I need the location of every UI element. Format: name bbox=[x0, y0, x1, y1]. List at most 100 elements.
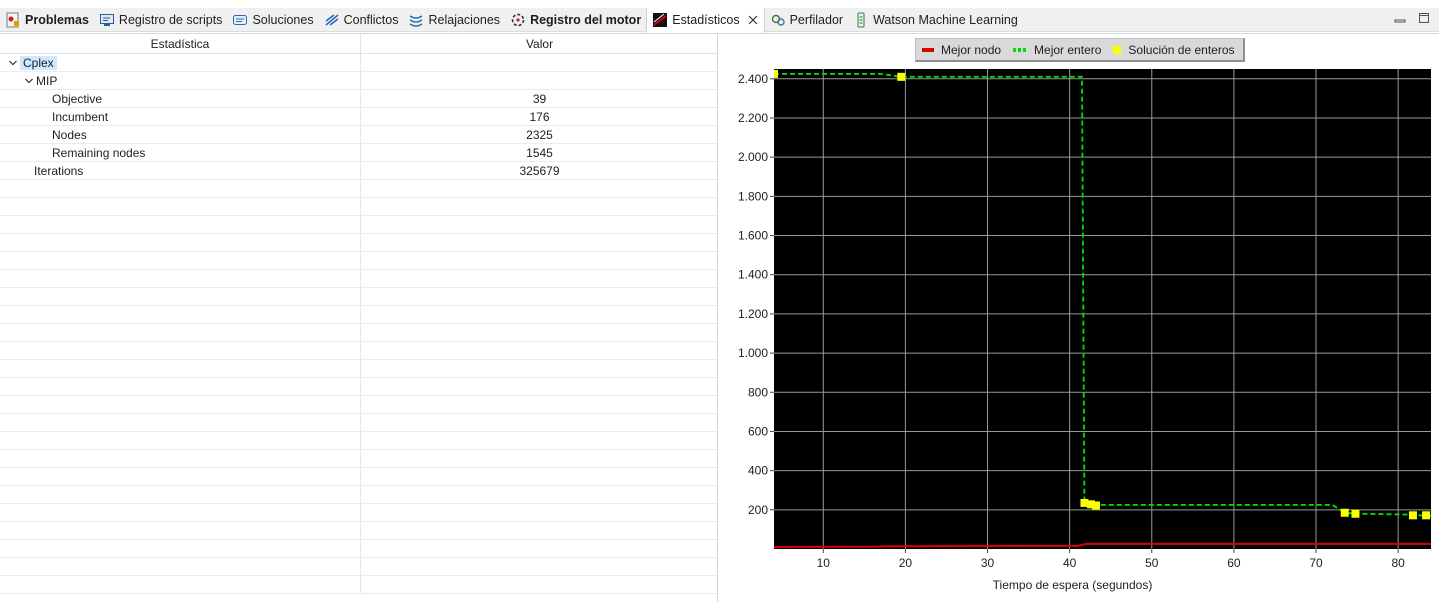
integer-solution-point bbox=[774, 69, 778, 78]
empty-row bbox=[0, 540, 717, 558]
x-tick-label: 80 bbox=[1391, 556, 1405, 570]
empty-cell bbox=[0, 414, 361, 431]
empty-cell bbox=[361, 504, 717, 521]
empty-row bbox=[0, 522, 717, 540]
integer-solution-point bbox=[1351, 509, 1360, 518]
empty-row bbox=[0, 306, 717, 324]
column-header-statistic[interactable]: Estadística bbox=[0, 34, 361, 54]
empty-cell bbox=[361, 306, 717, 323]
statistic-cell: Cplex bbox=[0, 54, 361, 71]
table-body: Cplex MIP Objective 39 Incumbent 176 Nodes 2325… bbox=[0, 54, 717, 594]
y-tick-label: 2.200 bbox=[738, 111, 768, 125]
empty-row bbox=[0, 468, 717, 486]
window-controls bbox=[1393, 11, 1431, 25]
profiler-icon bbox=[770, 12, 786, 28]
table-header: Estadística Valor bbox=[0, 34, 717, 54]
y-tick-label: 800 bbox=[748, 385, 768, 399]
column-header-value[interactable]: Valor bbox=[361, 34, 717, 54]
chevron-down-icon[interactable] bbox=[6, 56, 20, 70]
statistic-label: Nodes bbox=[52, 127, 87, 142]
integer-solution-point bbox=[1091, 501, 1100, 510]
value-cell: 176 bbox=[529, 109, 550, 124]
tab-profiler[interactable]: Perfilador bbox=[765, 8, 849, 32]
statistic-cell: Nodes bbox=[0, 126, 361, 143]
chevron-down-icon[interactable] bbox=[22, 74, 36, 88]
value-cell: 39 bbox=[532, 91, 547, 106]
empty-cell bbox=[361, 432, 717, 449]
empty-cell bbox=[0, 522, 361, 539]
empty-row bbox=[0, 324, 717, 342]
empty-row bbox=[0, 234, 717, 252]
y-tick-label: 600 bbox=[748, 424, 768, 438]
empty-cell bbox=[361, 270, 717, 287]
empty-row bbox=[0, 288, 717, 306]
empty-cell bbox=[361, 414, 717, 431]
statistic-label: MIP bbox=[36, 73, 58, 88]
y-tick-label: 200 bbox=[748, 503, 768, 517]
y-tick-label: 1.200 bbox=[738, 307, 768, 321]
empty-cell bbox=[0, 198, 361, 215]
table-row[interactable]: Incumbent 176 bbox=[0, 108, 717, 126]
progress-chart: Mejor nodo Mejor entero Solución de ente… bbox=[720, 34, 1439, 602]
statistic-cell: Iterations bbox=[0, 162, 361, 179]
tab-conflicts[interactable]: Conflictos bbox=[319, 8, 404, 32]
empty-cell bbox=[0, 324, 361, 341]
solutions-icon bbox=[232, 12, 248, 28]
empty-row bbox=[0, 180, 717, 198]
empty-cell bbox=[361, 576, 717, 593]
maximize-icon bbox=[1419, 13, 1429, 23]
table-row[interactable]: MIP bbox=[0, 72, 717, 90]
y-tick-label: 1.800 bbox=[738, 189, 768, 203]
tab-label: Soluciones bbox=[252, 13, 314, 27]
empty-cell bbox=[0, 378, 361, 395]
empty-cell bbox=[0, 216, 361, 233]
table-row[interactable]: Objective 39 bbox=[0, 90, 717, 108]
empty-cell bbox=[0, 396, 361, 413]
integer-solution-point bbox=[897, 72, 906, 81]
table-row[interactable]: Cplex bbox=[0, 54, 717, 72]
empty-cell bbox=[0, 234, 361, 251]
empty-cell bbox=[0, 486, 361, 503]
close-tab-button[interactable] bbox=[747, 14, 759, 26]
empty-cell bbox=[361, 342, 717, 359]
engine-log-icon bbox=[510, 12, 526, 28]
statistics-tree-table: Estadística Valor Cplex MIP Objective 39 Inc… bbox=[0, 34, 718, 602]
empty-cell bbox=[361, 486, 717, 503]
empty-row bbox=[0, 270, 717, 288]
empty-cell bbox=[361, 180, 717, 197]
empty-cell bbox=[0, 288, 361, 305]
empty-cell bbox=[0, 306, 361, 323]
table-row[interactable]: Nodes 2325 bbox=[0, 126, 717, 144]
tab-engine-log[interactable]: Registro del motor bbox=[505, 8, 646, 32]
empty-cell bbox=[361, 288, 717, 305]
maximize-view-button[interactable] bbox=[1417, 11, 1431, 25]
tab-statistics[interactable]: Estadísticos bbox=[646, 8, 765, 33]
empty-row bbox=[0, 342, 717, 360]
empty-cell bbox=[0, 558, 361, 575]
table-row[interactable]: Iterations 325679 bbox=[0, 162, 717, 180]
empty-cell bbox=[361, 396, 717, 413]
y-tick-label: 1.000 bbox=[738, 346, 768, 360]
value-cell: 1545 bbox=[526, 145, 553, 160]
empty-row bbox=[0, 414, 717, 432]
tab-watson[interactable]: Watson Machine Learning bbox=[848, 8, 1023, 32]
empty-row bbox=[0, 360, 717, 378]
minimize-view-button[interactable] bbox=[1393, 11, 1407, 25]
empty-cell bbox=[361, 324, 717, 341]
x-tick-label: 70 bbox=[1309, 556, 1323, 570]
table-row[interactable]: Remaining nodes 1545 bbox=[0, 144, 717, 162]
empty-row bbox=[0, 396, 717, 414]
empty-cell bbox=[0, 180, 361, 197]
x-tick-label: 50 bbox=[1145, 556, 1159, 570]
integer-solution-point bbox=[1340, 508, 1349, 517]
value-cell bbox=[361, 54, 717, 71]
tab-console[interactable]: Registro de scripts bbox=[94, 8, 228, 32]
tab-solutions[interactable]: Soluciones bbox=[227, 8, 318, 32]
tab-relaxations[interactable]: Relajaciones bbox=[403, 8, 505, 32]
watson-icon bbox=[853, 12, 869, 28]
tab-problems[interactable]: Problemas bbox=[0, 8, 94, 32]
tab-label: Watson Machine Learning bbox=[873, 13, 1018, 27]
tab-label: Relajaciones bbox=[428, 13, 501, 27]
statistic-label: Iterations bbox=[34, 163, 84, 178]
chart-canvas: 10 20 30 40 50 60 70 80 200 400 600 800 1.000 1.200 1.… bbox=[738, 69, 1431, 592]
